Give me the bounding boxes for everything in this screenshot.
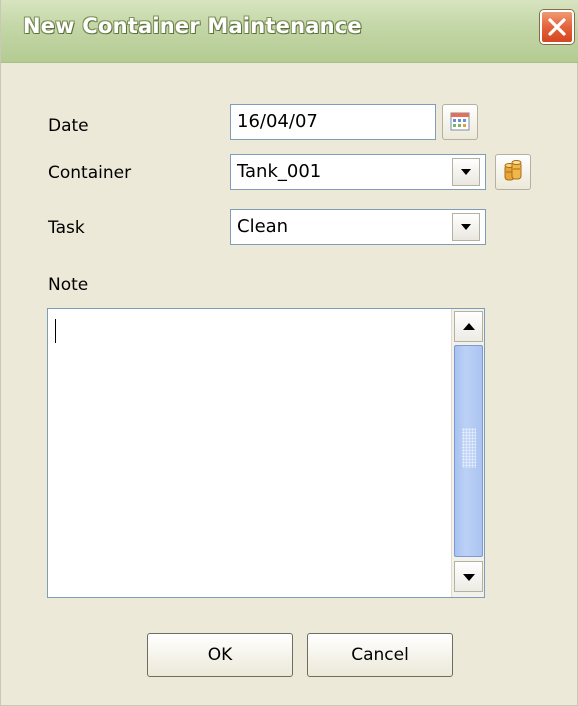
- task-label: Task: [48, 218, 85, 238]
- container-select[interactable]: Tank_001: [230, 154, 486, 190]
- task-dropdown-button[interactable]: [452, 213, 480, 241]
- chevron-down-icon: [461, 169, 471, 175]
- ok-button[interactable]: OK: [147, 633, 293, 677]
- arrow-up-icon: [463, 323, 475, 330]
- barrels-icon: [504, 160, 522, 181]
- note-textarea[interactable]: [47, 308, 485, 598]
- note-scrollbar[interactable]: [451, 309, 484, 597]
- scroll-up-button[interactable]: [454, 311, 483, 342]
- title-bar[interactable]: New Container Maintenance: [1, 0, 578, 63]
- date-label: Date: [48, 116, 89, 136]
- cancel-button[interactable]: Cancel: [307, 633, 453, 677]
- scroll-thumb[interactable]: [454, 345, 483, 557]
- scroll-thumb-grip: [462, 428, 476, 468]
- close-button[interactable]: [540, 10, 574, 44]
- container-dropdown-button[interactable]: [452, 158, 480, 186]
- dialog-window: New Container Maintenance Date 16/04/07 …: [0, 0, 578, 706]
- chevron-down-icon: [461, 224, 471, 230]
- scroll-down-button[interactable]: [454, 561, 483, 592]
- container-label: Container: [48, 163, 132, 183]
- window-title: New Container Maintenance: [23, 14, 362, 38]
- task-select[interactable]: Clean: [230, 209, 486, 245]
- date-field[interactable]: 16/04/07: [230, 104, 436, 140]
- arrow-down-icon: [463, 574, 475, 581]
- calendar-button[interactable]: [442, 104, 478, 140]
- calendar-icon: [450, 112, 470, 131]
- text-caret: [55, 319, 56, 343]
- note-label: Note: [48, 275, 89, 295]
- container-lookup-button[interactable]: [495, 154, 531, 190]
- close-icon: [548, 18, 566, 36]
